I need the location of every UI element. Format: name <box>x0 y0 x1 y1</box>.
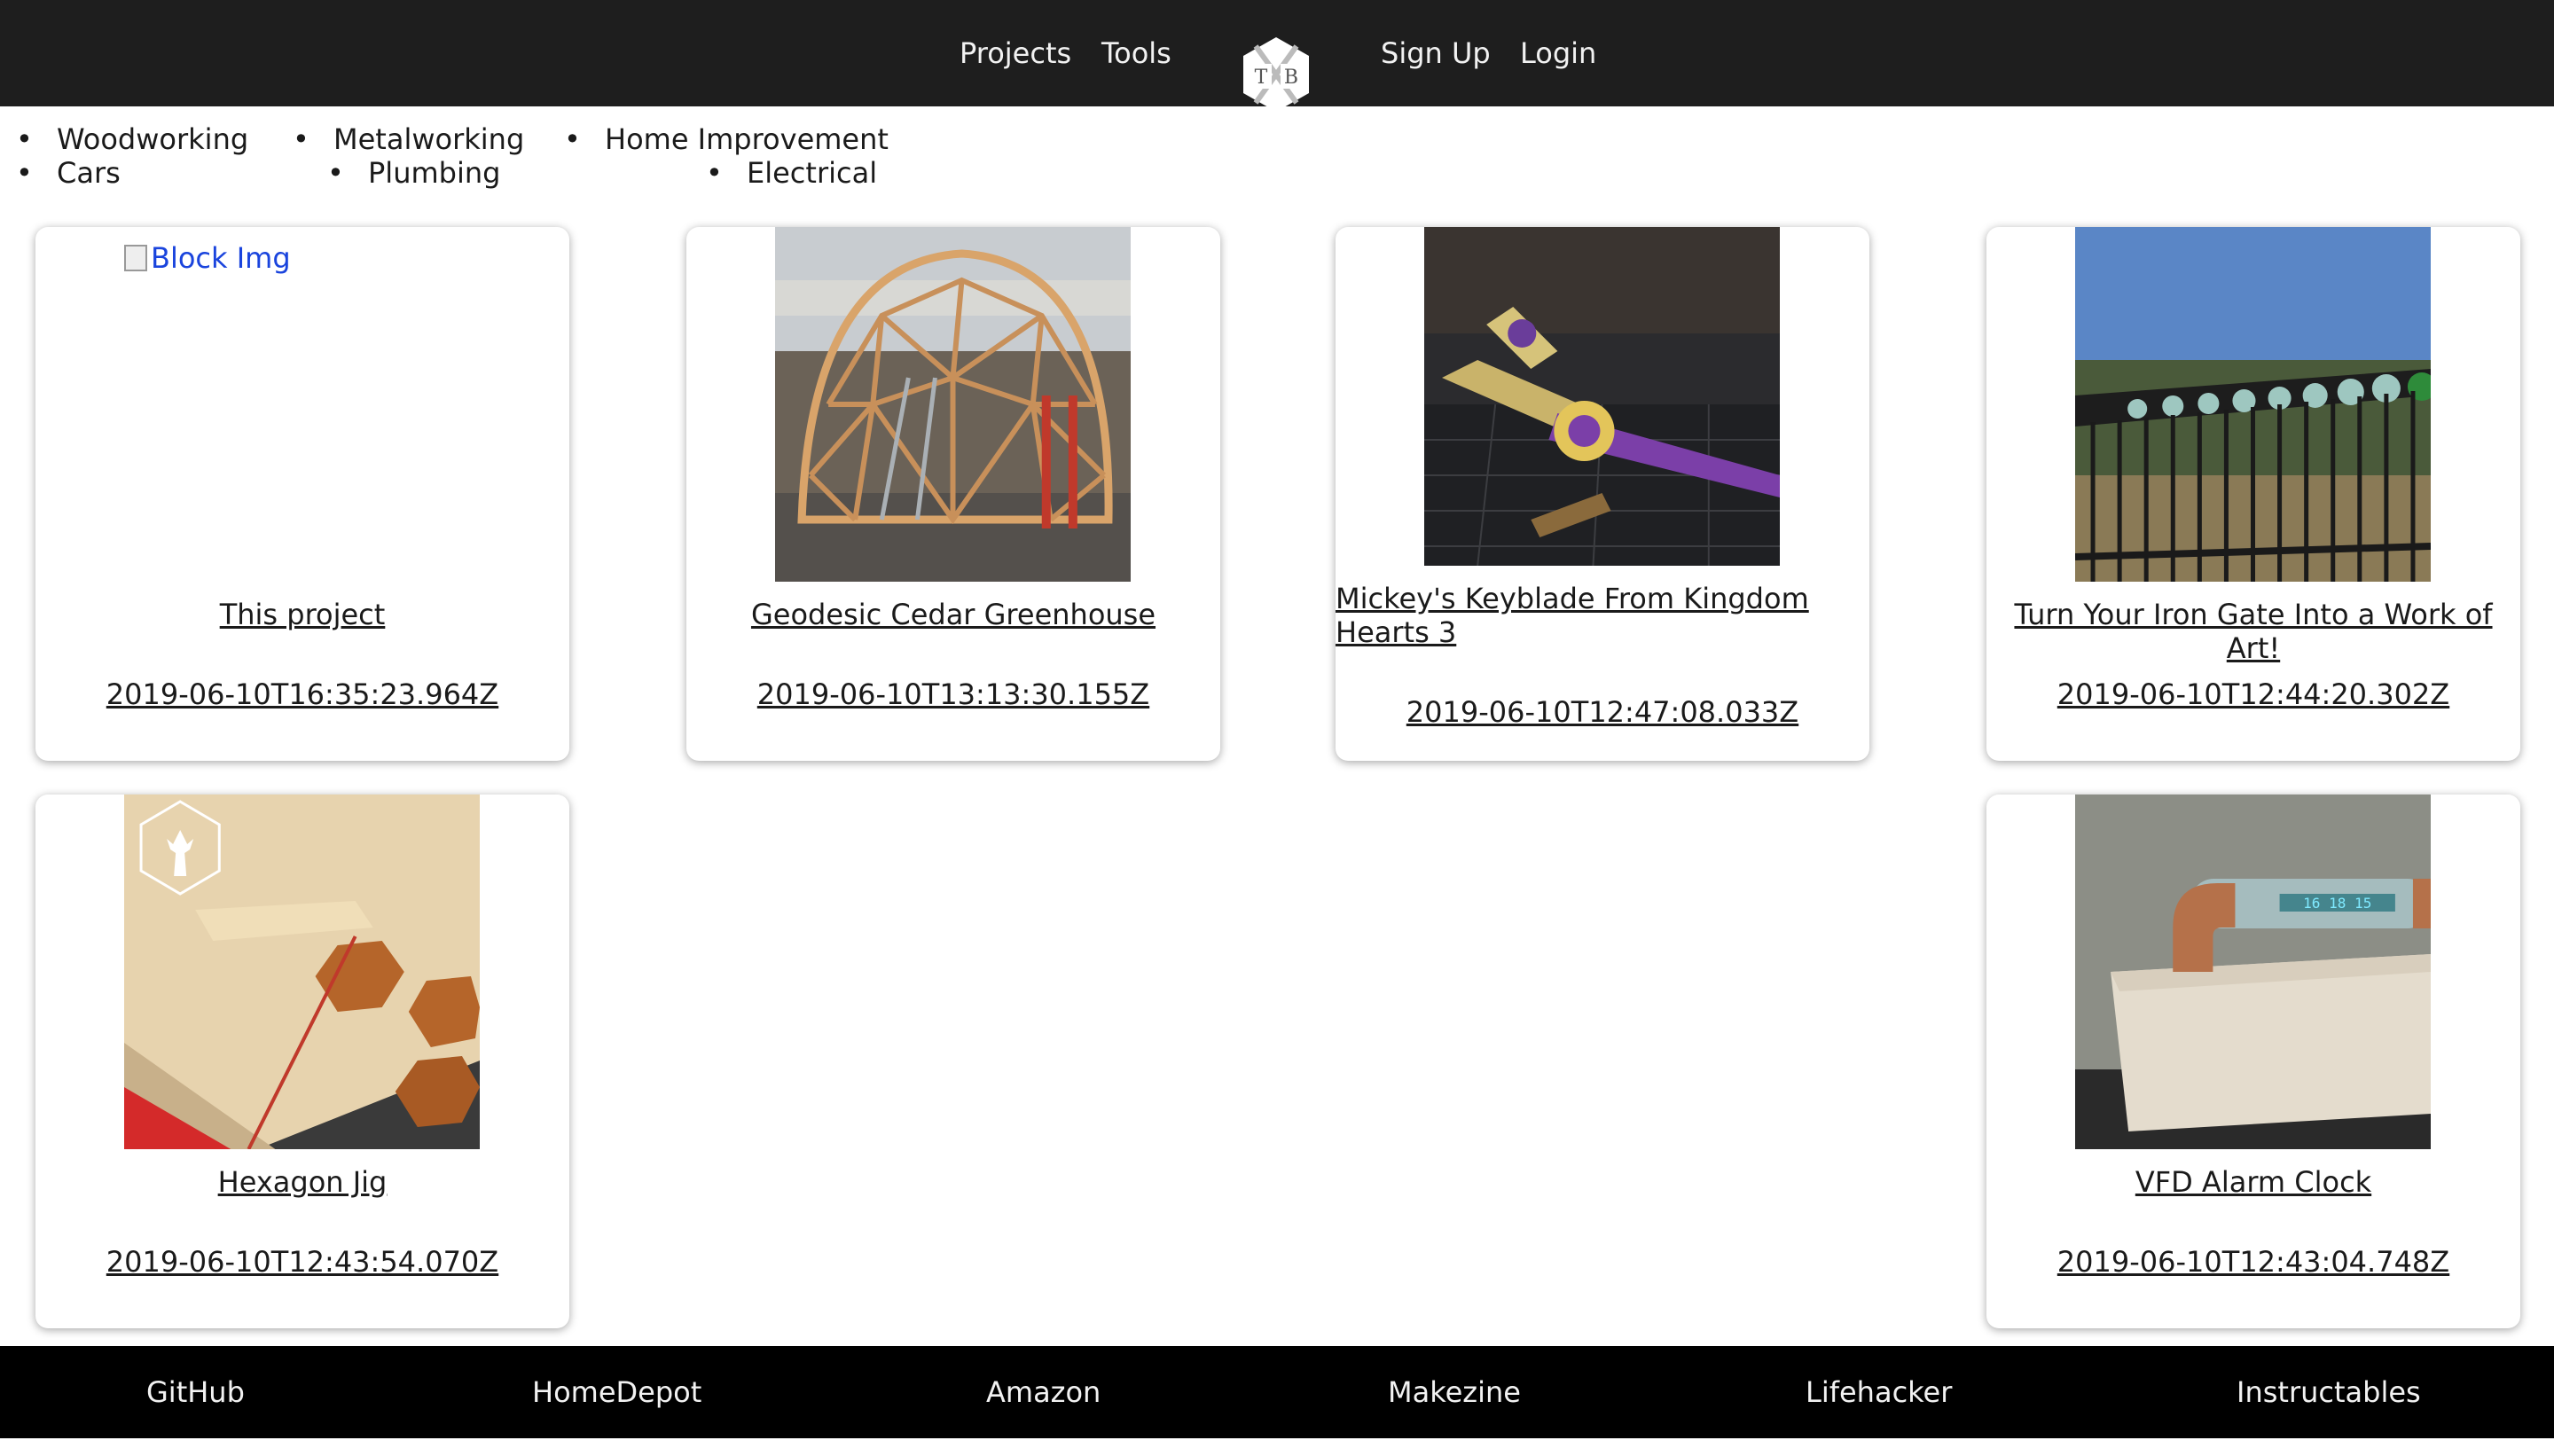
project-date-link[interactable]: 2019-06-10T12:43:04.748Z <box>1986 1245 2520 1279</box>
project-date-link[interactable]: 2019-06-10T13:13:30.155Z <box>686 677 1220 711</box>
hexagon-jig-photo <box>124 795 480 1149</box>
project-thumbnail[interactable]: 16 18 15 <box>2075 795 2431 1149</box>
footer-link-homedepot[interactable]: HomeDepot <box>532 1373 701 1412</box>
nav-projects-link[interactable]: Projects <box>960 34 1071 73</box>
category-electrical[interactable]: Electrical <box>706 156 877 190</box>
footer-link-instructables[interactable]: Instructables <box>2237 1373 2421 1412</box>
svg-text:16 18 15: 16 18 15 <box>2303 895 2371 912</box>
geodesic-dome-photo <box>775 227 1131 582</box>
nav-login-link[interactable]: Login <box>1520 34 1596 73</box>
project-card[interactable]: Geodesic Cedar Greenhouse 2019-06-10T13:… <box>686 227 1220 761</box>
svg-text:T: T <box>1255 67 1268 89</box>
category-home-improvement[interactable]: Home Improvement <box>564 122 889 156</box>
project-card[interactable]: 16 18 15 VFD Alarm Clock 2019-06-10T12:4… <box>1986 795 2520 1328</box>
footer-link-amazon[interactable]: Amazon <box>986 1373 1101 1412</box>
category-cars[interactable]: Cars <box>16 156 121 190</box>
vfd-clock-photo: 16 18 15 <box>2075 795 2431 1149</box>
category-metalworking[interactable]: Metalworking <box>293 122 524 156</box>
top-navbar: Projects Tools T B Sign Up Login <box>0 0 2554 112</box>
nav-tools-link[interactable]: Tools <box>1101 34 1171 73</box>
project-thumbnail[interactable] <box>2075 227 2431 582</box>
category-woodworking[interactable]: Woodworking <box>16 122 248 156</box>
project-thumbnail[interactable] <box>124 795 480 1149</box>
project-title-link[interactable]: Mickey's Keyblade From Kingdom Hearts 3 <box>1336 582 1869 649</box>
category-plumbing[interactable]: Plumbing <box>327 156 501 190</box>
project-date-link[interactable]: 2019-06-10T12:43:54.070Z <box>35 1245 569 1279</box>
footer-links: GitHub HomeDepot Amazon Makezine Lifehac… <box>0 1346 2554 1438</box>
project-date-link[interactable]: 2019-06-10T12:47:08.033Z <box>1336 695 1869 729</box>
project-thumbnail[interactable] <box>775 227 1131 582</box>
project-title-link[interactable]: Turn Your Iron Gate Into a Work of Art! <box>1986 598 2520 665</box>
footer-link-github[interactable]: GitHub <box>146 1373 245 1412</box>
logo-icon: T B <box>1243 37 1309 112</box>
svg-text:B: B <box>1284 67 1298 89</box>
project-card[interactable]: Turn Your Iron Gate Into a Work of Art! … <box>1986 227 2520 761</box>
project-date-link[interactable]: 2019-06-10T12:44:20.302Z <box>1986 677 2520 711</box>
project-card[interactable]: Mickey's Keyblade From Kingdom Hearts 3 … <box>1336 227 1869 761</box>
project-title-link[interactable]: This project <box>35 598 569 631</box>
project-title-link[interactable]: Geodesic Cedar Greenhouse <box>686 598 1220 631</box>
nav-signup-link[interactable]: Sign Up <box>1381 34 1491 73</box>
project-card[interactable]: Block Img This project 2019-06-10T16:35:… <box>35 227 569 761</box>
iron-gate-photo <box>2075 227 2431 582</box>
project-date-link[interactable]: 2019-06-10T16:35:23.964Z <box>35 677 569 711</box>
footer-link-lifehacker[interactable]: Lifehacker <box>1806 1373 1952 1412</box>
site-logo[interactable]: T B <box>1238 34 1314 115</box>
project-card[interactable]: Hexagon Jig 2019-06-10T12:43:54.070Z <box>35 795 569 1328</box>
keyblade-photo <box>1424 227 1780 566</box>
footer-link-makezine[interactable]: Makezine <box>1388 1373 1521 1412</box>
project-title-link[interactable]: Hexagon Jig <box>35 1165 569 1199</box>
project-title-link[interactable]: VFD Alarm Clock <box>1986 1165 2520 1199</box>
project-thumbnail[interactable] <box>1424 227 1780 566</box>
broken-image-placeholder[interactable]: Block Img <box>124 241 291 275</box>
